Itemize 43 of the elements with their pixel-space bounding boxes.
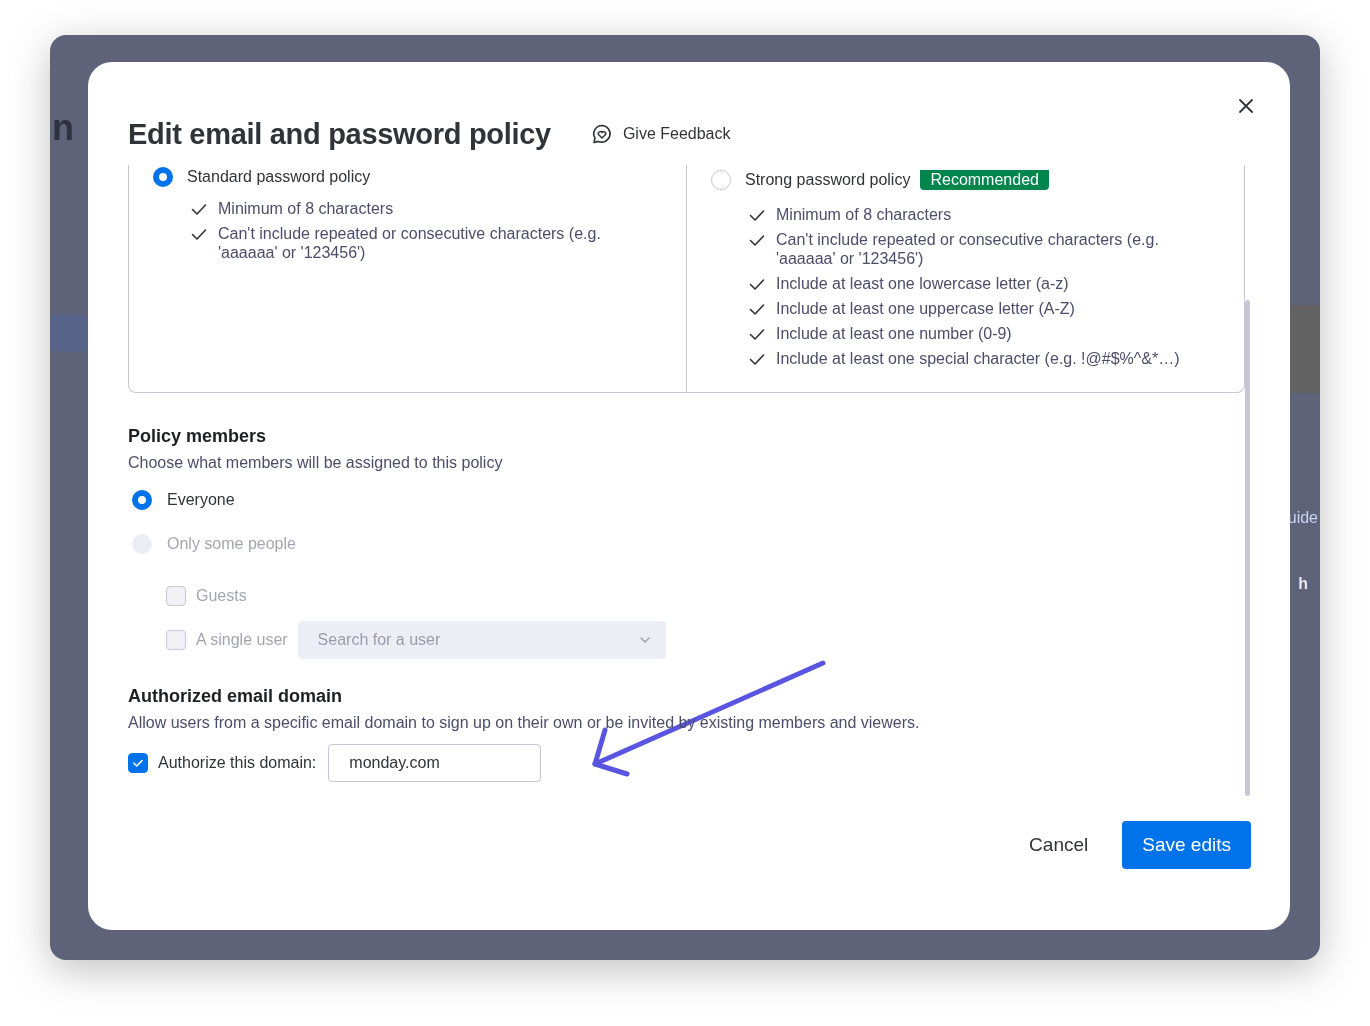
domain-input-field[interactable]: monday.com — [328, 744, 542, 782]
checkbox-label: Guests — [196, 587, 247, 605]
checkbox[interactable] — [128, 753, 148, 773]
check-icon — [749, 352, 765, 366]
close-button[interactable] — [1238, 98, 1254, 114]
rule-text: Include at least one special character (e.g. !@#$%^&*…) — [776, 349, 1180, 368]
rule-text: Include at least one uppercase letter (A-Z) — [776, 299, 1075, 318]
give-feedback-button[interactable]: Give Feedback — [590, 119, 731, 149]
section-description: Choose what members will be assigned to this policy — [128, 454, 503, 472]
check-icon — [749, 327, 765, 341]
check-icon — [749, 277, 765, 291]
option-label: Only some people — [167, 535, 296, 553]
check-icon — [191, 227, 207, 241]
section-heading: Policy members — [128, 426, 267, 447]
heading-text: n — [52, 107, 74, 149]
radio-button[interactable] — [153, 167, 173, 187]
rule-text: Include at least one number (0-9) — [776, 324, 1012, 343]
rule-text: Minimum of 8 characters — [776, 205, 952, 224]
rule-text: Minimum of 8 characters — [218, 199, 394, 218]
label-text: h — [1298, 575, 1308, 593]
policy-label: Standard password policy — [187, 168, 371, 186]
section-heading: Authorized email domain — [128, 686, 343, 707]
rule-text: Include at least one lowercase letter (a-z) — [776, 274, 1069, 293]
dialog-title: Edit email and password policy — [128, 118, 551, 151]
radio-button[interactable] — [711, 170, 731, 190]
check-icon — [191, 202, 207, 216]
radio-button[interactable] — [132, 490, 152, 510]
background-row — [50, 315, 90, 351]
checkbox-label: A single user — [196, 631, 288, 649]
chat-heart-icon — [590, 123, 613, 145]
cancel-button[interactable]: Cancel — [1009, 821, 1109, 869]
policy-label: Strong password policy — [745, 171, 911, 189]
checkbox-label: Authorize this domain: — [158, 754, 317, 772]
check-icon — [749, 233, 765, 247]
check-icon — [749, 208, 765, 222]
rule-text: Can't include repeated or consecutive characters (e.g. 'aaaaaa' or '123456') — [218, 224, 602, 262]
scrollbar[interactable] — [1245, 300, 1250, 796]
chevron-down-icon — [638, 636, 651, 644]
rule-text: Can't include repeated or consecutive characters (e.g. 'aaaaaa' or '123456') — [776, 230, 1160, 268]
check-icon — [749, 302, 765, 316]
option-label: Everyone — [167, 491, 235, 509]
recommended-badge: Recommended — [920, 170, 1049, 190]
save-button[interactable]: Save edits — [1122, 821, 1251, 869]
